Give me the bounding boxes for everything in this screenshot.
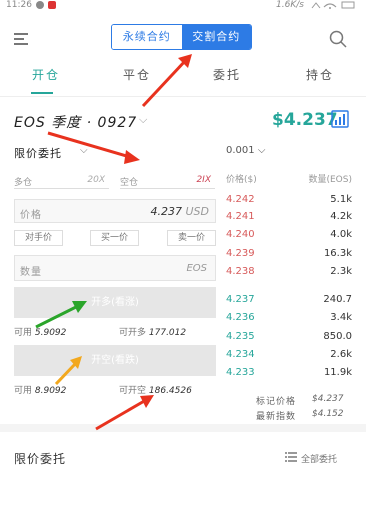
quantity-column-header: 数量(EOS) bbox=[308, 175, 352, 185]
bid-quantity: 3.4k bbox=[330, 312, 352, 323]
bid-price: 4.236 bbox=[226, 312, 255, 323]
chart-icon[interactable] bbox=[331, 110, 349, 128]
long-leverage-value: 20X bbox=[87, 175, 105, 185]
ask-row[interactable]: 4.239 16.3k bbox=[226, 248, 352, 262]
status-bar: 11:26 1.6K/s bbox=[0, 0, 366, 14]
delivery-contract-tab[interactable]: 交割合约 bbox=[181, 25, 251, 49]
mark-price-label: 标记价格 bbox=[256, 397, 297, 407]
section-divider bbox=[0, 424, 366, 432]
ask-row[interactable]: 4.241 4.2k bbox=[226, 211, 352, 225]
index-price-value: $4.152 bbox=[312, 409, 344, 419]
bid-row[interactable]: 4.234 2.6k bbox=[226, 349, 352, 363]
wifi-signal-icon bbox=[311, 1, 355, 9]
short-leverage-value: 2IX bbox=[196, 175, 211, 185]
price-input-value: 4.237 USD bbox=[150, 205, 209, 218]
bid-price: 4.237 bbox=[226, 294, 255, 305]
bid-row[interactable]: 4.233 11.9k bbox=[226, 367, 352, 381]
short-available-value: 8.9092 bbox=[34, 386, 67, 396]
network-speed: 1.6K/s bbox=[276, 0, 304, 10]
short-leverage-selector[interactable]: 空仓 2IX bbox=[120, 172, 215, 189]
price-input-label: 价格 bbox=[20, 210, 42, 221]
tab-positions[interactable]: 持仓 bbox=[306, 66, 334, 83]
bid-price: 4.235 bbox=[226, 331, 255, 342]
ask-quantity: 4.2k bbox=[330, 211, 352, 222]
ask-quantity: 2.3k bbox=[330, 266, 352, 277]
bid-quantity: 240.7 bbox=[323, 294, 352, 305]
short-available: 可用 8.9092 bbox=[14, 383, 66, 396]
perpetual-contract-tab[interactable]: 永续合约 bbox=[112, 25, 182, 49]
ask-price: 4.239 bbox=[226, 248, 255, 259]
open-short-button[interactable]: 开空(看跌) bbox=[14, 345, 216, 376]
tab-orders[interactable]: 委托 bbox=[213, 66, 241, 83]
short-openable-label: 可开空 bbox=[119, 386, 147, 396]
price-column-header: 价格($) bbox=[226, 175, 257, 185]
chevron-down-icon[interactable]: ⌵ bbox=[139, 113, 147, 127]
index-price-label: 最新指数 bbox=[256, 412, 297, 422]
tab-open-position[interactable]: 开仓 bbox=[32, 66, 60, 83]
bid-row[interactable]: 4.237 240.7 bbox=[226, 294, 352, 308]
bid-price: 4.233 bbox=[226, 367, 255, 378]
short-openable-value: 186.4526 bbox=[148, 386, 192, 396]
short-leverage-label: 空仓 bbox=[120, 178, 139, 188]
bid-price: 4.234 bbox=[226, 349, 255, 360]
counterparty-price-button[interactable]: 对手价 bbox=[14, 230, 63, 246]
app-notification-icon bbox=[48, 1, 56, 9]
quantity-unit: EOS bbox=[186, 263, 207, 274]
mark-price-value: $4.237 bbox=[312, 394, 344, 404]
price-input[interactable]: 价格 4.237 USD bbox=[14, 199, 216, 223]
price-value: 4.237 bbox=[150, 205, 182, 218]
tab-close-position[interactable]: 平仓 bbox=[123, 66, 151, 83]
order-type-selector[interactable]: 限价委托 bbox=[14, 145, 62, 161]
ask-price: 4.238 bbox=[226, 266, 255, 277]
search-icon[interactable] bbox=[329, 30, 347, 48]
short-openable: 可开空 186.4526 bbox=[119, 383, 192, 396]
bid-row[interactable]: 4.235 850.0 bbox=[226, 331, 352, 345]
depth-value: 0.001 bbox=[226, 145, 255, 156]
best-ask-price-button[interactable]: 卖一价 bbox=[167, 230, 216, 246]
ask-price: 4.240 bbox=[226, 229, 255, 240]
bid-quantity: 11.9k bbox=[323, 367, 352, 378]
ask-row[interactable]: 4.240 4.0k bbox=[226, 229, 352, 243]
bid-quantity: 850.0 bbox=[323, 331, 352, 342]
short-available-label: 可用 bbox=[14, 386, 33, 396]
bid-row[interactable]: 4.236 3.4k bbox=[226, 312, 352, 326]
menu-icon[interactable] bbox=[14, 32, 32, 46]
ask-quantity: 16.3k bbox=[323, 248, 352, 259]
ask-row[interactable]: 4.238 2.3k bbox=[226, 266, 352, 280]
quantity-label: 数量 bbox=[20, 267, 42, 278]
ask-row[interactable]: 4.242 5.1k bbox=[226, 194, 352, 208]
long-available: 可用 5.9092 bbox=[14, 325, 66, 338]
best-bid-price-button[interactable]: 买一价 bbox=[90, 230, 139, 246]
long-available-label: 可用 bbox=[14, 328, 33, 338]
long-available-value: 5.9092 bbox=[34, 328, 67, 338]
contract-price: $4.237 bbox=[272, 110, 338, 130]
divider bbox=[0, 96, 366, 97]
active-tab-indicator bbox=[31, 92, 53, 94]
contract-selector[interactable]: EOS 季度 · 0927 bbox=[14, 112, 137, 132]
bid-quantity: 2.6k bbox=[330, 349, 352, 360]
long-leverage-selector[interactable]: 多仓 20X bbox=[14, 172, 109, 189]
ask-quantity: 5.1k bbox=[330, 194, 352, 205]
contract-type-switcher: 永续合约 交割合约 bbox=[111, 24, 252, 50]
notification-dot-icon bbox=[36, 1, 44, 9]
long-leverage-label: 多仓 bbox=[14, 178, 33, 188]
status-time: 11:26 bbox=[6, 0, 32, 10]
chevron-down-icon[interactable]: ⌵ bbox=[80, 145, 88, 156]
ask-price: 4.242 bbox=[226, 194, 255, 205]
limit-orders-title: 限价委托 bbox=[14, 452, 67, 466]
all-orders-link[interactable]: 全部委托 bbox=[285, 452, 337, 465]
top-bar: 永续合约 交割合约 bbox=[0, 20, 366, 58]
depth-selector[interactable]: 0.001 ⌵ bbox=[226, 145, 265, 156]
ask-quantity: 4.0k bbox=[330, 229, 352, 240]
long-openable-label: 可开多 bbox=[119, 328, 147, 338]
long-openable: 可开多 177.012 bbox=[119, 325, 186, 338]
ask-price: 4.241 bbox=[226, 211, 255, 222]
long-openable-value: 177.012 bbox=[148, 328, 187, 338]
open-long-button[interactable]: 开多(看涨) bbox=[14, 287, 216, 318]
price-unit: USD bbox=[185, 205, 209, 218]
quantity-input[interactable]: 数量 EOS bbox=[14, 255, 216, 281]
trade-tabs: 开仓 平仓 委托 持仓 bbox=[0, 66, 366, 94]
